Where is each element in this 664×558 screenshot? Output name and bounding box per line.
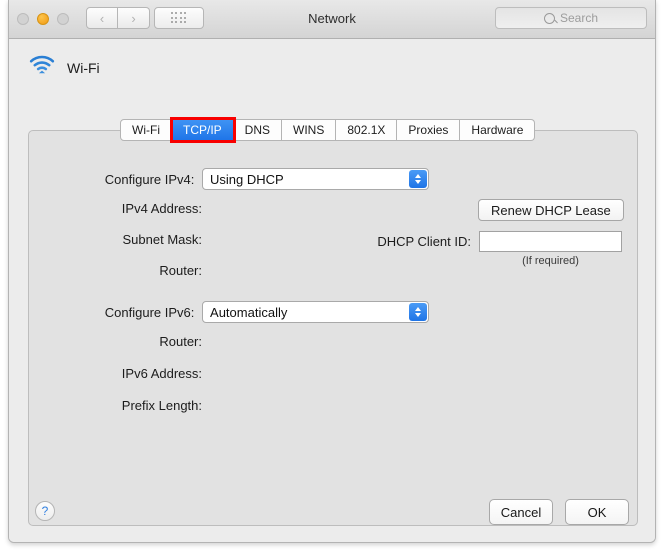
router-ipv6-label: Router: [159, 334, 202, 349]
ipv6-address-label: IPv6 Address: [121, 366, 202, 381]
search-placeholder: Search [559, 11, 599, 25]
network-preferences-window: ‹ › Network Search Wi-Fi Wi-Fi TCP/IP DN… [8, 0, 656, 543]
tab-dns[interactable]: DNS [233, 119, 282, 141]
tab-wins[interactable]: WINS [282, 119, 337, 141]
tab-bar: Wi-Fi TCP/IP DNS WINS 802.1X Proxies Har… [120, 117, 536, 143]
window-titlebar: ‹ › Network Search [9, 0, 655, 39]
configure-ipv4-value: Using DHCP [210, 171, 284, 187]
renew-dhcp-lease-button[interactable]: Renew DHCP Lease [478, 199, 624, 221]
ok-button[interactable]: OK [565, 499, 629, 525]
row-renew-lease: Renew DHCP Lease [478, 199, 624, 221]
search-field[interactable]: Search [495, 7, 647, 29]
dialog-buttons: Cancel OK [489, 499, 629, 525]
tab-proxies[interactable]: Proxies [397, 119, 461, 141]
question-mark-icon: ? [41, 504, 49, 518]
row-router-ipv4: Router: [29, 263, 429, 278]
cancel-button[interactable]: Cancel [489, 499, 553, 525]
dhcp-client-id-hint-row: (If required) [479, 255, 622, 267]
row-ipv4-address: IPv4 Address: [29, 201, 429, 216]
window-content: Wi-Fi Wi-Fi TCP/IP DNS WINS 802.1X Proxi… [9, 39, 655, 542]
chevron-updown-icon [409, 170, 427, 188]
configure-ipv6-value: Automatically [210, 304, 288, 320]
tab-tcpip[interactable]: TCP/IP [169, 117, 236, 143]
tab-8021x[interactable]: 802.1X [336, 119, 398, 141]
configure-ipv4-dropdown[interactable]: Using DHCP [202, 168, 429, 190]
interface-header: Wi-Fi [29, 55, 100, 80]
search-icon [543, 12, 555, 24]
row-prefix-length: Prefix Length: [29, 398, 429, 413]
interface-name: Wi-Fi [67, 59, 100, 76]
row-dhcp-client-id: DHCP Client ID: [359, 231, 622, 252]
dhcp-client-id-hint: (If required) [522, 255, 579, 267]
ipv4-address-label: IPv4 Address: [121, 201, 202, 216]
dhcp-client-id-label: DHCP Client ID: [377, 234, 471, 249]
wifi-icon [29, 55, 55, 80]
tcpip-settings-panel: Configure IPv4: Using DHCP IPv4 Address:… [28, 130, 638, 526]
row-ipv6-address: IPv6 Address: [29, 366, 429, 381]
configure-ipv6-label: Configure IPv6: [104, 304, 195, 320]
configure-ipv6-dropdown[interactable]: Automatically [202, 301, 429, 323]
chevron-updown-icon [409, 303, 427, 321]
prefix-length-label: Prefix Length: [121, 398, 202, 413]
help-button[interactable]: ? [35, 501, 55, 521]
row-configure-ipv6: Configure IPv6: Automatically [29, 301, 429, 323]
tab-hardware[interactable]: Hardware [460, 119, 536, 141]
row-router-ipv6: Router: [29, 334, 429, 349]
row-configure-ipv4: Configure IPv4: Using DHCP [29, 168, 429, 190]
configure-ipv4-label: Configure IPv4: [104, 171, 195, 187]
dhcp-client-id-input[interactable] [479, 231, 622, 252]
router-ipv4-label: Router: [159, 263, 202, 278]
tab-wifi[interactable]: Wi-Fi [120, 119, 172, 141]
subnet-mask-label: Subnet Mask: [122, 232, 203, 247]
